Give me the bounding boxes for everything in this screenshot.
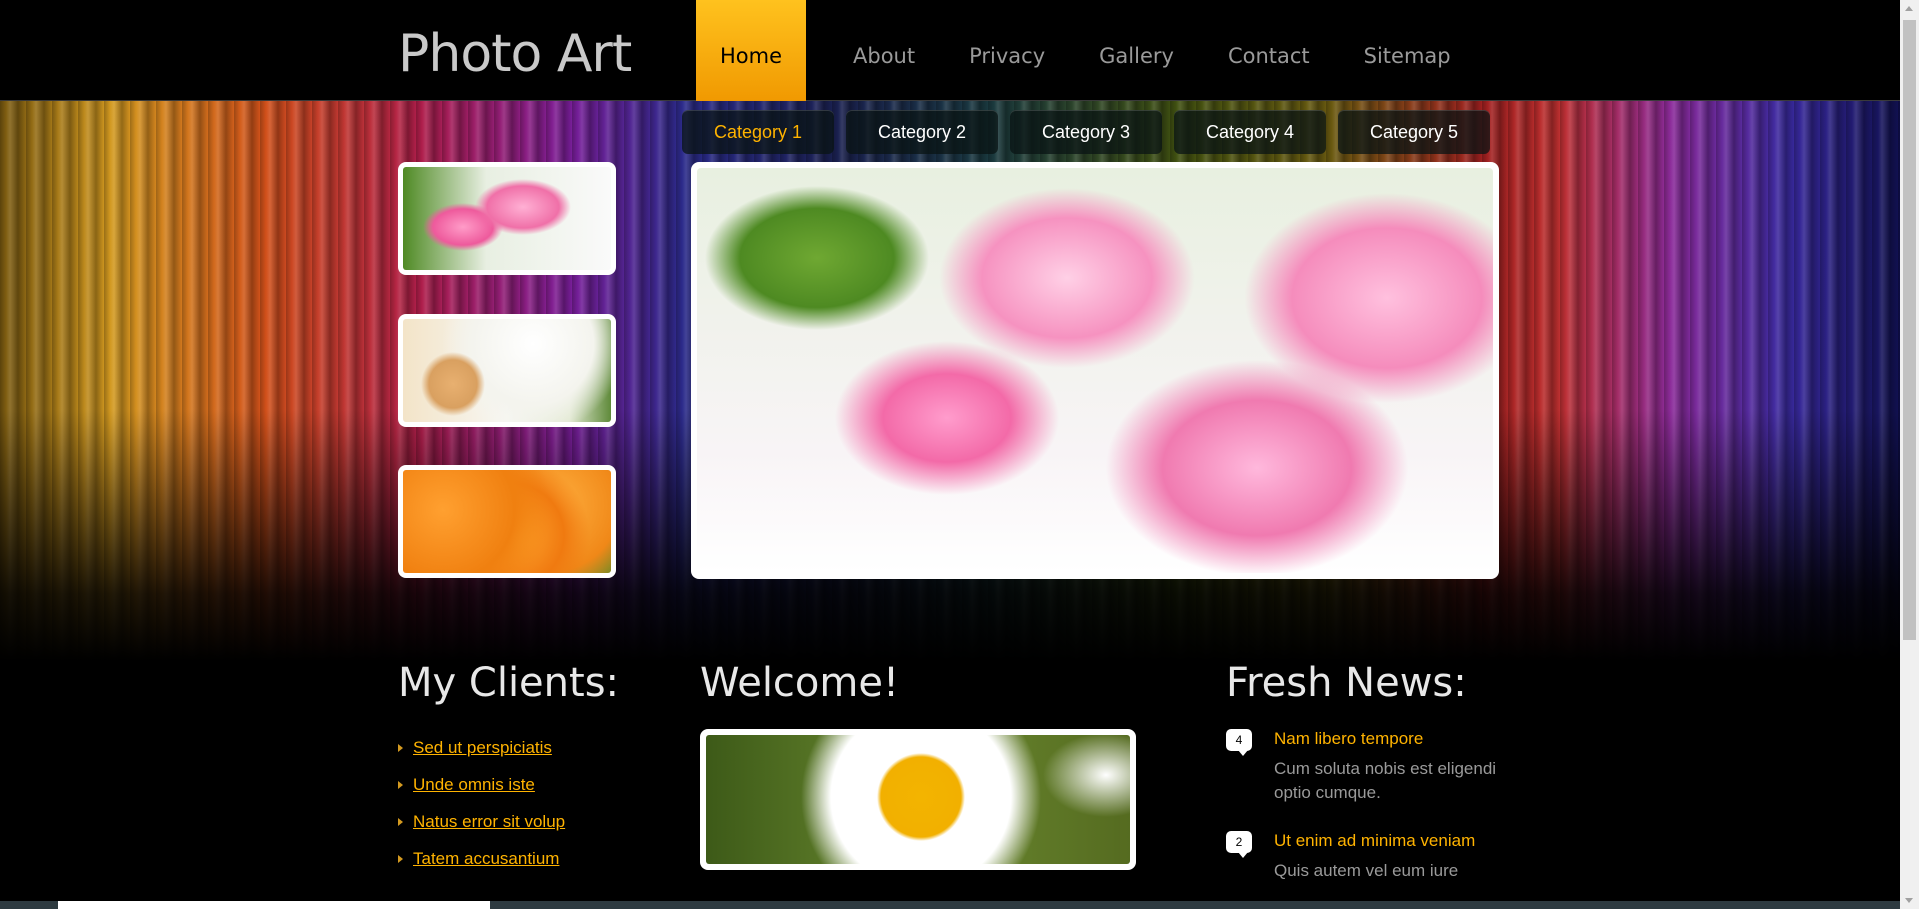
main-nav: Home About Privacy Gallery Contact Sitem…: [696, 0, 1478, 104]
thumbnail-image: [403, 470, 611, 573]
scroll-down-arrow-icon[interactable]: [1905, 898, 1913, 903]
news-item: 4 Nam libero tempore Cum soluta nobis es…: [1226, 729, 1526, 805]
site-logo[interactable]: Photo Art: [398, 24, 632, 84]
bottom-strip-highlight: [58, 901, 490, 909]
welcome-heading: Welcome!: [700, 660, 900, 706]
list-item: Sed ut perspiciatis: [398, 729, 565, 766]
news-title[interactable]: Ut enim ad minima veniam: [1274, 831, 1475, 851]
welcome-photo-image: [706, 735, 1130, 864]
list-item: Unde omnis iste: [398, 766, 565, 803]
nav-sitemap[interactable]: Sitemap: [1337, 0, 1478, 104]
site-header: Photo Art Home About Privacy Gallery Con…: [0, 0, 1900, 104]
bullet-arrow-icon: [398, 780, 403, 789]
featured-photo-image: [697, 168, 1493, 573]
thumbnail-image: [403, 319, 611, 422]
category-tab-3[interactable]: Category 3: [1010, 110, 1162, 154]
thumbnail-image: [403, 167, 611, 270]
clients-list: Sed ut perspiciatis Unde omnis iste Natu…: [398, 729, 565, 877]
scroll-up-arrow-icon[interactable]: [1905, 6, 1913, 11]
category-tab-1[interactable]: Category 1: [682, 110, 834, 154]
nav-contact[interactable]: Contact: [1201, 0, 1337, 104]
nav-gallery[interactable]: Gallery: [1072, 0, 1201, 104]
category-tab-4[interactable]: Category 4: [1174, 110, 1326, 154]
featured-photo[interactable]: [691, 162, 1499, 579]
thumbnail-diffuser[interactable]: [398, 314, 616, 427]
nav-privacy[interactable]: Privacy: [942, 0, 1072, 104]
news-body: Cum soluta nobis est eligendi optio cumq…: [1274, 759, 1497, 802]
thumbnail-pink-tulips[interactable]: [398, 162, 616, 275]
comment-count-badge: 2: [1226, 831, 1252, 858]
thumbnail-orange-roses[interactable]: [398, 465, 616, 578]
list-item: Natus error sit volup: [398, 803, 565, 840]
comment-count-badge: 4: [1226, 729, 1252, 756]
welcome-photo[interactable]: [700, 729, 1136, 870]
nav-home[interactable]: Home: [696, 0, 806, 104]
news-title[interactable]: Nam libero tempore: [1274, 729, 1526, 749]
client-link[interactable]: Unde omnis iste: [413, 775, 535, 795]
bullet-arrow-icon: [398, 817, 403, 826]
list-item: Tatem accusantium: [398, 840, 565, 877]
nav-about[interactable]: About: [826, 0, 942, 104]
category-tab-5[interactable]: Category 5: [1338, 110, 1490, 154]
vertical-scrollbar[interactable]: [1900, 0, 1919, 909]
news-item: 2 Ut enim ad minima veniam Quis autem ve…: [1226, 831, 1526, 883]
client-link[interactable]: Natus error sit volup: [413, 812, 565, 832]
client-link[interactable]: Sed ut perspiciatis: [413, 738, 552, 758]
news-list: 4 Nam libero tempore Cum soluta nobis es…: [1226, 729, 1526, 909]
clients-heading: My Clients:: [398, 660, 620, 706]
bottom-strip: [0, 901, 1900, 909]
news-body: Quis autem vel eum iure: [1274, 861, 1459, 880]
bullet-arrow-icon: [398, 854, 403, 863]
scrollbar-thumb[interactable]: [1903, 20, 1916, 640]
category-tabs: Category 1 Category 2 Category 3 Categor…: [682, 110, 1490, 154]
bullet-arrow-icon: [398, 743, 403, 752]
news-heading: Fresh News:: [1226, 660, 1467, 706]
client-link[interactable]: Tatem accusantium: [413, 849, 559, 869]
category-tab-2[interactable]: Category 2: [846, 110, 998, 154]
